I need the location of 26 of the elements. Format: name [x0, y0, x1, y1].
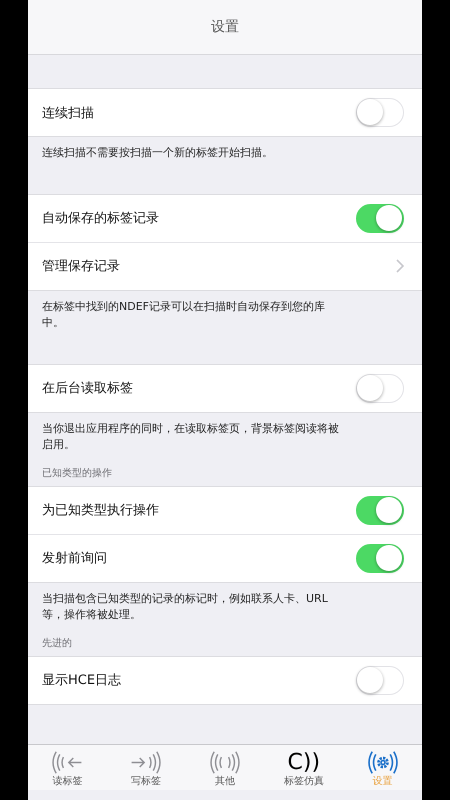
toggle-switch[interactable] [356, 496, 404, 525]
setting-label: 连续扫描 [42, 104, 94, 122]
toggle-switch[interactable] [356, 98, 404, 127]
section-header: 先进的 [41, 636, 73, 651]
toggle-switch[interactable] [356, 204, 404, 233]
setting-label: 发射前询问 [42, 550, 107, 568]
toggle-switch[interactable] [356, 544, 404, 573]
section-footer: 当扫描包含已知类型的记录的标记时，例如联系人卡、URL等，操作将被处理。 [28, 582, 356, 623]
toggle-switch[interactable] [356, 374, 404, 403]
section-footer: 连续扫描不需要按扫描一个新的标签开始扫描。 [28, 137, 356, 161]
setting-label: 显示HCE日志 [42, 672, 122, 690]
tab[interactable]: C)) 标签仿真 [268, 745, 339, 790]
chevron-icon[interactable] [396, 259, 404, 274]
page-title: 设置 [211, 18, 239, 36]
section-header: 已知类型的操作 [41, 466, 113, 481]
tab-glyph: C)) [288, 749, 320, 776]
tab[interactable]: 其他 [190, 745, 260, 790]
tab[interactable]: 读标签 [32, 745, 102, 790]
tab[interactable]: 写标签 [111, 745, 182, 790]
setting-label: 为已知类型执行操作 [42, 502, 159, 520]
setting-label: 管理保存记录 [42, 258, 120, 276]
setting-label: 自动保存的标签记录 [42, 210, 159, 228]
setting-label: 在后台读取标签 [42, 380, 133, 398]
toggle-switch[interactable] [356, 666, 404, 695]
section-footer: 当你退出应用程序的同时，在读取标签页，背景标签阅读将被启用。 [28, 412, 356, 453]
section-footer: 在标签中找到的NDEF记录可以在扫描时自动保存到您的库中。 [28, 290, 356, 331]
